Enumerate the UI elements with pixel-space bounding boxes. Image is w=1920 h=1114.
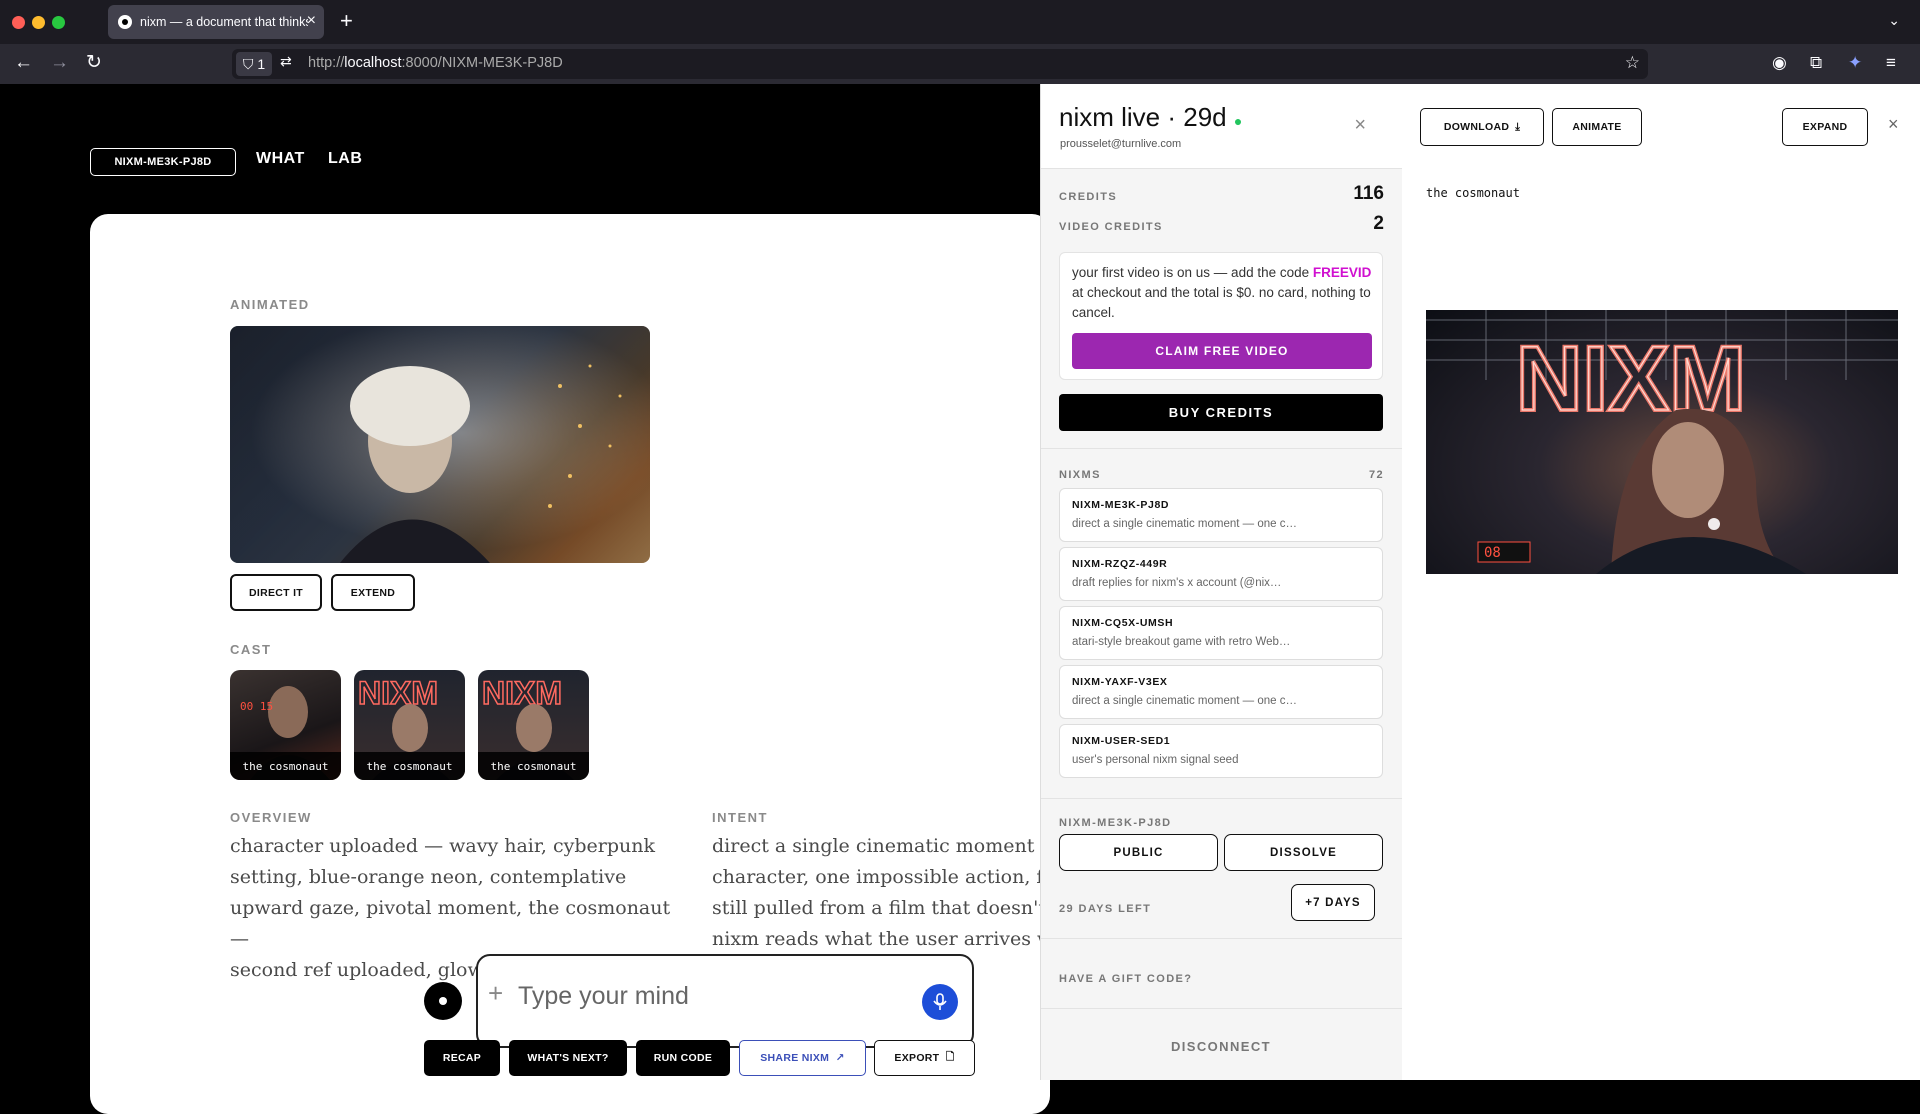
direct-it-button[interactable]: DIRECT IT [230, 574, 322, 611]
close-window-button[interactable] [12, 16, 25, 29]
account-email: prousselet@turnlive.com [1060, 138, 1182, 150]
cast-caption: the cosmonaut [354, 752, 465, 780]
microphone-icon[interactable] [922, 984, 958, 1020]
doc-id-pill[interactable]: NIXM-ME3K-PJ8D [90, 148, 236, 176]
nixms-label: NIXMS [1059, 469, 1101, 481]
preview-caption: the cosmonaut [1426, 186, 1520, 200]
intent-label: INTENT [712, 810, 768, 825]
share-nixm-button[interactable]: SHARE NIXM ↗ [739, 1040, 866, 1076]
extension-puzzle-icon[interactable]: ✦ [1848, 52, 1862, 74]
tab-list-chevron-icon[interactable]: ⌄ [1888, 12, 1900, 29]
video-credits-label: VIDEO CREDITS [1059, 221, 1163, 233]
download-button[interactable]: DOWNLOAD ⤓ [1420, 108, 1544, 146]
extensions-icon[interactable]: ⧉ [1810, 52, 1822, 74]
cast-label: CAST [230, 642, 272, 657]
maximize-window-button[interactable] [52, 16, 65, 29]
svg-text:08: 08 [1484, 545, 1501, 561]
shield-icon: ⛉ [242, 55, 254, 72]
current-nixm-id: NIXM-ME3K-PJ8D [1059, 817, 1172, 829]
tab-title: nixm — a document that thinks [140, 15, 308, 29]
credits-value: 116 [1353, 183, 1384, 204]
tracking-shield[interactable]: ⛉ 1 [236, 52, 272, 76]
extend-days-button[interactable]: +7 DAYS [1291, 884, 1375, 921]
disconnect-section: DISCONNECT [1041, 1008, 1402, 1080]
menu-icon[interactable]: ≡ [1886, 52, 1896, 74]
back-icon[interactable]: ← [14, 52, 33, 74]
preview-illustration: NIXM NIXM 08 [1426, 310, 1898, 574]
run-code-button[interactable]: RUN CODE [636, 1040, 730, 1076]
cast-caption: the cosmonaut [478, 752, 589, 780]
close-tab-icon[interactable]: × [307, 12, 316, 30]
cast-caption: the cosmonaut [230, 752, 341, 780]
nixms-count: 72 [1368, 469, 1384, 481]
gift-section: HAVE A GIFT CODE? [1041, 938, 1402, 1008]
video-credits-value: 2 [1373, 213, 1384, 234]
tracker-count: 1 [257, 56, 266, 72]
close-preview-icon[interactable]: × [1888, 114, 1899, 135]
recap-button[interactable]: RECAP [424, 1040, 500, 1076]
extend-button[interactable]: EXTEND [331, 574, 415, 611]
whats-next-button[interactable]: WHAT'S NEXT? [509, 1040, 627, 1076]
nixm-list-item[interactable]: NIXM-CQ5X-UMSH atari-style breakout game … [1059, 606, 1383, 660]
permissions-icon[interactable]: ⇄ [280, 53, 292, 70]
credits-label: CREDITS [1059, 191, 1118, 203]
promo-text: your first video is on us — add the code… [1072, 265, 1372, 320]
preview-image[interactable]: NIXM NIXM 08 [1426, 310, 1898, 574]
browser-tab[interactable]: nixm — a document that thinks × [108, 5, 324, 39]
claim-free-video-button[interactable]: CLAIM FREE VIDEO [1072, 333, 1372, 369]
cast-card[interactable]: NIXM the cosmonaut [354, 670, 465, 780]
add-attachment-icon[interactable]: + [488, 978, 503, 1009]
svg-text:00 15: 00 15 [240, 700, 273, 713]
account-icon[interactable]: ◉ [1772, 52, 1787, 74]
reload-icon[interactable]: ↻ [86, 52, 102, 74]
animate-button[interactable]: ANIMATE [1552, 108, 1642, 146]
live-dot-icon: ● [1233, 113, 1243, 129]
cast-card[interactable]: 00 15 the cosmonaut [230, 670, 341, 780]
nav-lab[interactable]: LAB [328, 150, 362, 168]
account-panel: nixm live · 29d ● prousselet@turnlive.co… [1040, 84, 1402, 1080]
public-button[interactable]: PUBLIC [1059, 834, 1218, 871]
overview-label: OVERVIEW [230, 810, 312, 825]
tab-bar: nixm — a document that thinks × + ⌄ [0, 0, 1920, 44]
nav-what[interactable]: WHAT [256, 150, 305, 168]
preview-panel: DOWNLOAD ⤓ ANIMATE EXPAND × the cosmonaut… [1402, 84, 1920, 1080]
close-panel-icon[interactable]: × [1354, 114, 1366, 137]
url-text[interactable]: http://localhost:8000/NIXM-ME3K-PJ8D [308, 55, 563, 71]
nixm-list-item[interactable]: NIXM-ME3K-PJ8D direct a single cinematic … [1059, 488, 1383, 542]
browser-chrome: nixm — a document that thinks × + ⌄ ← → … [0, 0, 1920, 84]
promo-box: your first video is on us — add the code… [1059, 252, 1383, 380]
document-icon: 🗋 [945, 1051, 955, 1063]
bookmark-star-icon[interactable]: ☆ [1625, 53, 1640, 73]
buy-credits-button[interactable]: BUY CREDITS [1059, 394, 1383, 431]
animated-video[interactable] [230, 326, 650, 563]
days-left: 29 DAYS LEFT [1059, 903, 1152, 915]
intent-text: direct a single cinematic moment — charac… [712, 835, 1040, 950]
nixm-list-item[interactable]: NIXM-USER-SED1 user's personal nixm signa… [1059, 724, 1383, 778]
composer-placeholder: Type your mind [518, 982, 689, 1010]
download-icon: ⤓ [1515, 120, 1521, 133]
external-link-icon: ↗ [835, 1052, 845, 1064]
forward-icon[interactable]: → [50, 52, 69, 74]
account-title: nixm live · 29d ● [1059, 102, 1243, 132]
gift-code-link[interactable]: HAVE A GIFT CODE? [1059, 973, 1192, 985]
disconnect-button[interactable]: DISCONNECT [1171, 1039, 1271, 1054]
nixm-list-item[interactable]: NIXM-YAXF-V3EX direct a single cinematic … [1059, 665, 1383, 719]
address-bar[interactable]: ⛉ 1 ⇄ http://localhost:8000/NIXM-ME3K-PJ8… [232, 49, 1648, 79]
animated-label: ANIMATED [230, 297, 310, 312]
expand-button[interactable]: EXPAND [1782, 108, 1868, 146]
export-button[interactable]: EXPORT 🗋 [874, 1040, 975, 1076]
dissolve-button[interactable]: DISSOLVE [1224, 834, 1383, 871]
minimize-window-button[interactable] [32, 16, 45, 29]
new-tab-icon[interactable]: + [340, 8, 353, 34]
video-frame [230, 326, 650, 563]
nixm-list-item[interactable]: NIXM-RZQZ-449R draft replies for nixm's x… [1059, 547, 1383, 601]
nav-bar: ← → ↻ ⛉ 1 ⇄ http://localhost:8000/NIXM-ME… [0, 44, 1920, 84]
svg-text:NIXM: NIXM [482, 675, 562, 711]
cast-card[interactable]: NIXM the cosmonaut [478, 670, 589, 780]
promo-code: FREEVID [1312, 265, 1372, 280]
favicon-icon [118, 15, 132, 29]
composer-input[interactable]: + Type your mind [476, 954, 974, 1048]
nixm-logo-button[interactable] [424, 982, 462, 1020]
svg-text:NIXM: NIXM [358, 675, 438, 711]
